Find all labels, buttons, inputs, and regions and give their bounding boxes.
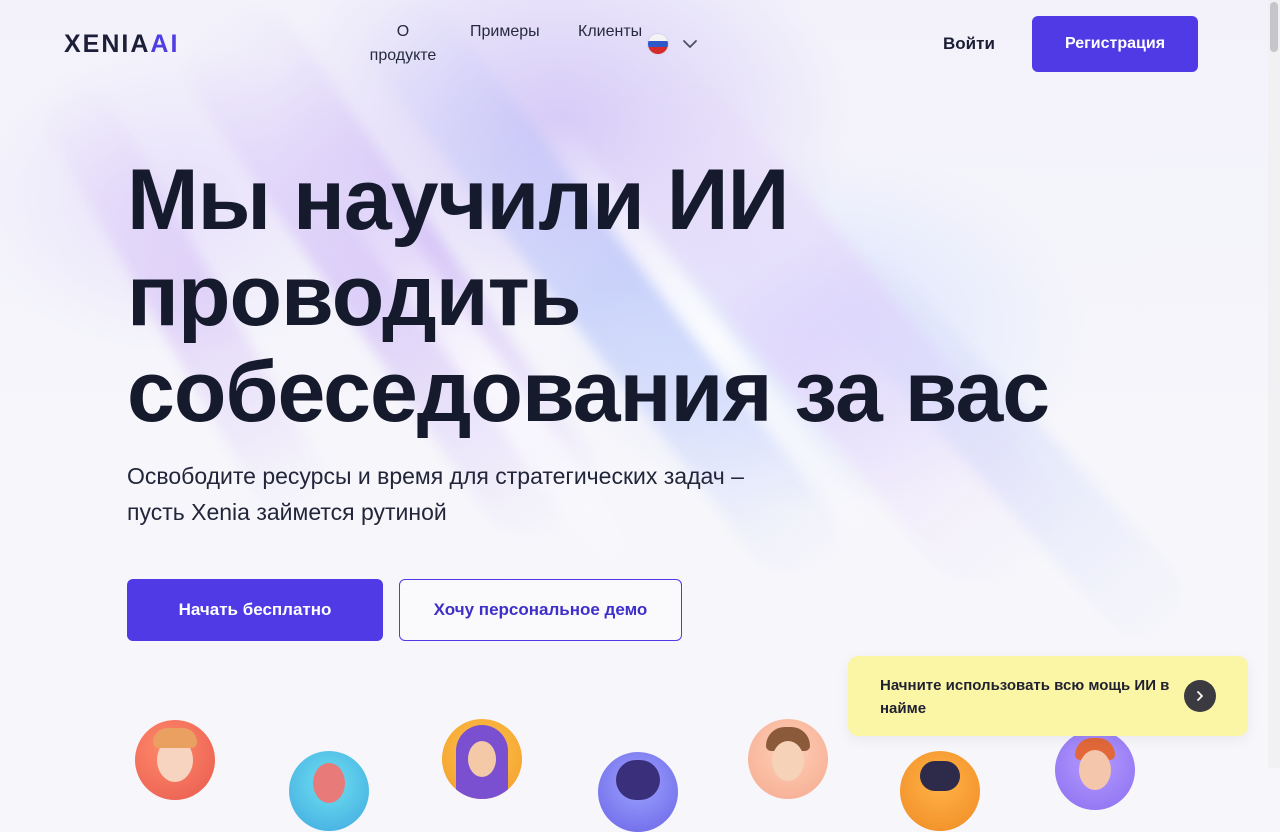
hero-title: Мы научили ИИ проводить собеседования за… — [127, 152, 1050, 440]
logo-text: XENIA — [64, 30, 151, 58]
register-button[interactable]: Регистрация — [1032, 16, 1198, 72]
start-free-button[interactable]: Начать бесплатно — [127, 579, 383, 641]
promo-arrow-button[interactable] — [1184, 680, 1216, 712]
promo-text: Начните использовать всю мощь ИИ в найме — [880, 677, 1170, 717]
chevron-right-icon — [1197, 691, 1203, 701]
avatar — [598, 752, 678, 832]
hero-subtitle: Освободите ресурсы и время для стратегич… — [127, 463, 744, 525]
avatar — [135, 720, 215, 800]
nav-examples[interactable]: Примеры — [470, 20, 540, 44]
promo-banner[interactable]: Начните использовать всю мощь ИИ в найме — [848, 656, 1248, 736]
logo-accent: AI — [150, 30, 180, 58]
avatar — [1055, 730, 1135, 810]
login-link[interactable]: Войти — [943, 34, 995, 54]
site-header: XENIAAI О продукте Примеры Клиенты Войти… — [0, 0, 1268, 90]
chevron-down-icon — [683, 40, 697, 48]
nav-clients[interactable]: Клиенты — [578, 20, 642, 44]
nav-about-product[interactable]: О продукте — [362, 20, 444, 68]
russia-flag-icon — [648, 34, 668, 54]
language-selector[interactable] — [648, 34, 698, 54]
personal-demo-button[interactable]: Хочу персональное демо — [399, 579, 682, 641]
logo[interactable]: XENIAAI — [64, 30, 179, 59]
avatar — [900, 751, 980, 831]
scrollbar-thumb[interactable] — [1270, 2, 1278, 52]
avatar — [442, 719, 522, 799]
scrollbar[interactable] — [1268, 0, 1280, 768]
avatar — [289, 751, 369, 831]
avatar — [748, 719, 828, 799]
